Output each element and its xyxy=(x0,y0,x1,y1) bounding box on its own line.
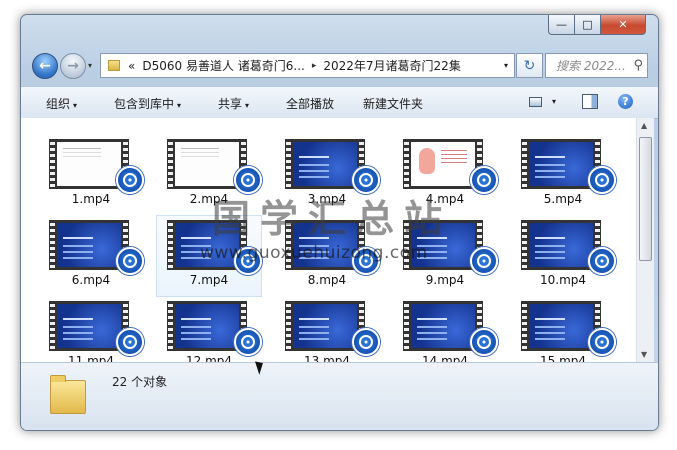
search-input[interactable]: 搜索 2022... ⚲ xyxy=(545,53,648,78)
film-holes xyxy=(168,220,173,270)
thumbnail-frame xyxy=(57,304,121,348)
media-player-icon xyxy=(352,328,380,356)
forward-button[interactable]: → xyxy=(60,53,86,79)
thumbnail-frame xyxy=(293,142,357,186)
organize-button[interactable]: 组织 ▾ xyxy=(46,95,77,112)
thumbnail-frame xyxy=(57,142,121,186)
thumbnail-frame xyxy=(57,223,121,267)
close-button[interactable]: ✕ xyxy=(600,15,646,35)
file-name: 13.mp4 xyxy=(303,354,351,362)
film-holes xyxy=(522,220,527,270)
film-holes xyxy=(50,139,55,189)
file-name: 10.mp4 xyxy=(539,273,587,287)
scroll-down-icon[interactable]: ▼ xyxy=(641,350,647,359)
file-name: 15.mp4 xyxy=(539,354,587,362)
breadcrumb-chevron[interactable]: « xyxy=(128,59,135,73)
file-item[interactable]: 15.mp4 xyxy=(510,296,616,362)
back-button[interactable]: ← xyxy=(32,53,58,79)
film-holes xyxy=(50,301,55,351)
thumbnail-frame xyxy=(175,304,239,348)
address-bar[interactable]: « D5060 易善道人 诸葛奇门6... ▸ 2022年7月诸葛奇门22集 ▾ xyxy=(100,53,515,78)
view-dropdown-icon[interactable]: ▾ xyxy=(552,97,556,106)
media-player-icon xyxy=(470,247,498,275)
watermark-url: www.guoxuehuizong.com xyxy=(200,243,428,263)
breadcrumb-current[interactable]: 2022年7月诸葛奇门22集 xyxy=(323,57,460,74)
recent-pages-dropdown[interactable]: ▾ xyxy=(88,61,92,70)
watermark-title: 国学汇总站 xyxy=(212,196,453,241)
media-player-icon xyxy=(470,166,498,194)
include-in-library-button[interactable]: 包含到库中 ▾ xyxy=(114,95,181,112)
media-player-icon xyxy=(234,328,262,356)
thumbnail-frame xyxy=(293,304,357,348)
film-holes xyxy=(404,301,409,351)
scrollbar-thumb[interactable] xyxy=(639,137,652,261)
preview-pane-icon[interactable] xyxy=(582,94,598,109)
file-name: 11.mp4 xyxy=(67,354,115,362)
thumbnail-frame xyxy=(529,304,593,348)
organize-label: 组织 xyxy=(46,97,71,111)
file-item[interactable]: 10.mp4 xyxy=(510,215,616,297)
film-holes xyxy=(286,139,291,189)
media-player-icon xyxy=(588,166,616,194)
thumbnail-frame xyxy=(175,142,239,186)
search-placeholder: 搜索 2022... xyxy=(556,59,626,73)
chevron-down-icon: ▾ xyxy=(177,101,182,110)
film-holes xyxy=(404,139,409,189)
file-item[interactable]: 11.mp4 xyxy=(38,296,144,362)
file-name: 7.mp4 xyxy=(189,273,229,287)
search-icon[interactable]: ⚲ xyxy=(633,58,643,73)
file-name: 6.mp4 xyxy=(71,273,111,287)
share-button[interactable]: 共享 ▾ xyxy=(218,95,249,112)
folder-icon xyxy=(108,60,120,71)
folder-icon xyxy=(50,375,86,414)
file-name: 8.mp4 xyxy=(307,273,347,287)
film-holes xyxy=(168,139,173,189)
file-name: 9.mp4 xyxy=(425,273,465,287)
minimize-button[interactable]: — xyxy=(548,15,575,35)
thumbnail-frame xyxy=(411,142,475,186)
view-options-icon[interactable] xyxy=(529,97,542,107)
film-holes xyxy=(50,220,55,270)
details-pane: 22 个对象 xyxy=(21,362,658,430)
file-item[interactable]: 13.mp4 xyxy=(274,296,380,362)
vertical-scrollbar[interactable]: ▲ ▼ xyxy=(636,118,654,362)
file-item[interactable]: 5.mp4 xyxy=(510,134,616,216)
film-holes xyxy=(522,301,527,351)
file-item[interactable]: 14.mp4 xyxy=(392,296,498,362)
chevron-down-icon: ▾ xyxy=(245,101,250,110)
refresh-button[interactable]: ↻ xyxy=(516,53,543,78)
thumbnail-frame xyxy=(411,304,475,348)
media-player-icon xyxy=(116,166,144,194)
film-holes xyxy=(522,139,527,189)
file-name: 1.mp4 xyxy=(71,192,111,206)
address-dropdown-icon[interactable]: ▾ xyxy=(504,61,508,70)
file-item[interactable]: 12.mp4 xyxy=(156,296,262,362)
breadcrumb-parent[interactable]: D5060 易善道人 诸葛奇门6... xyxy=(142,57,305,74)
file-item[interactable]: 6.mp4 xyxy=(38,215,144,297)
media-player-icon xyxy=(470,328,498,356)
scroll-up-icon[interactable]: ▲ xyxy=(641,121,647,130)
thumbnail-frame xyxy=(529,142,593,186)
play-all-button[interactable]: 全部播放 xyxy=(286,95,334,112)
file-name: 5.mp4 xyxy=(543,192,583,206)
media-player-icon xyxy=(588,328,616,356)
breadcrumb-separator-icon[interactable]: ▸ xyxy=(312,61,317,71)
chevron-down-icon: ▾ xyxy=(73,101,78,110)
film-holes xyxy=(286,301,291,351)
thumbnail-frame xyxy=(529,223,593,267)
maximize-button[interactable]: □ xyxy=(574,15,601,35)
media-player-icon xyxy=(116,247,144,275)
new-folder-button[interactable]: 新建文件夹 xyxy=(363,95,423,112)
command-bar: 组织 ▾ 包含到库中 ▾ 共享 ▾ 全部播放 新建文件夹 ▾ ? xyxy=(21,86,658,119)
media-player-icon xyxy=(588,247,616,275)
include-in-library-label: 包含到库中 xyxy=(114,97,175,111)
share-label: 共享 xyxy=(218,97,243,111)
file-item[interactable]: 1.mp4 xyxy=(38,134,144,216)
file-name: 14.mp4 xyxy=(421,354,469,362)
file-name: 12.mp4 xyxy=(185,354,233,362)
help-icon[interactable]: ? xyxy=(618,94,633,109)
media-player-icon xyxy=(116,328,144,356)
film-holes xyxy=(168,301,173,351)
item-count: 22 个对象 xyxy=(112,375,168,389)
